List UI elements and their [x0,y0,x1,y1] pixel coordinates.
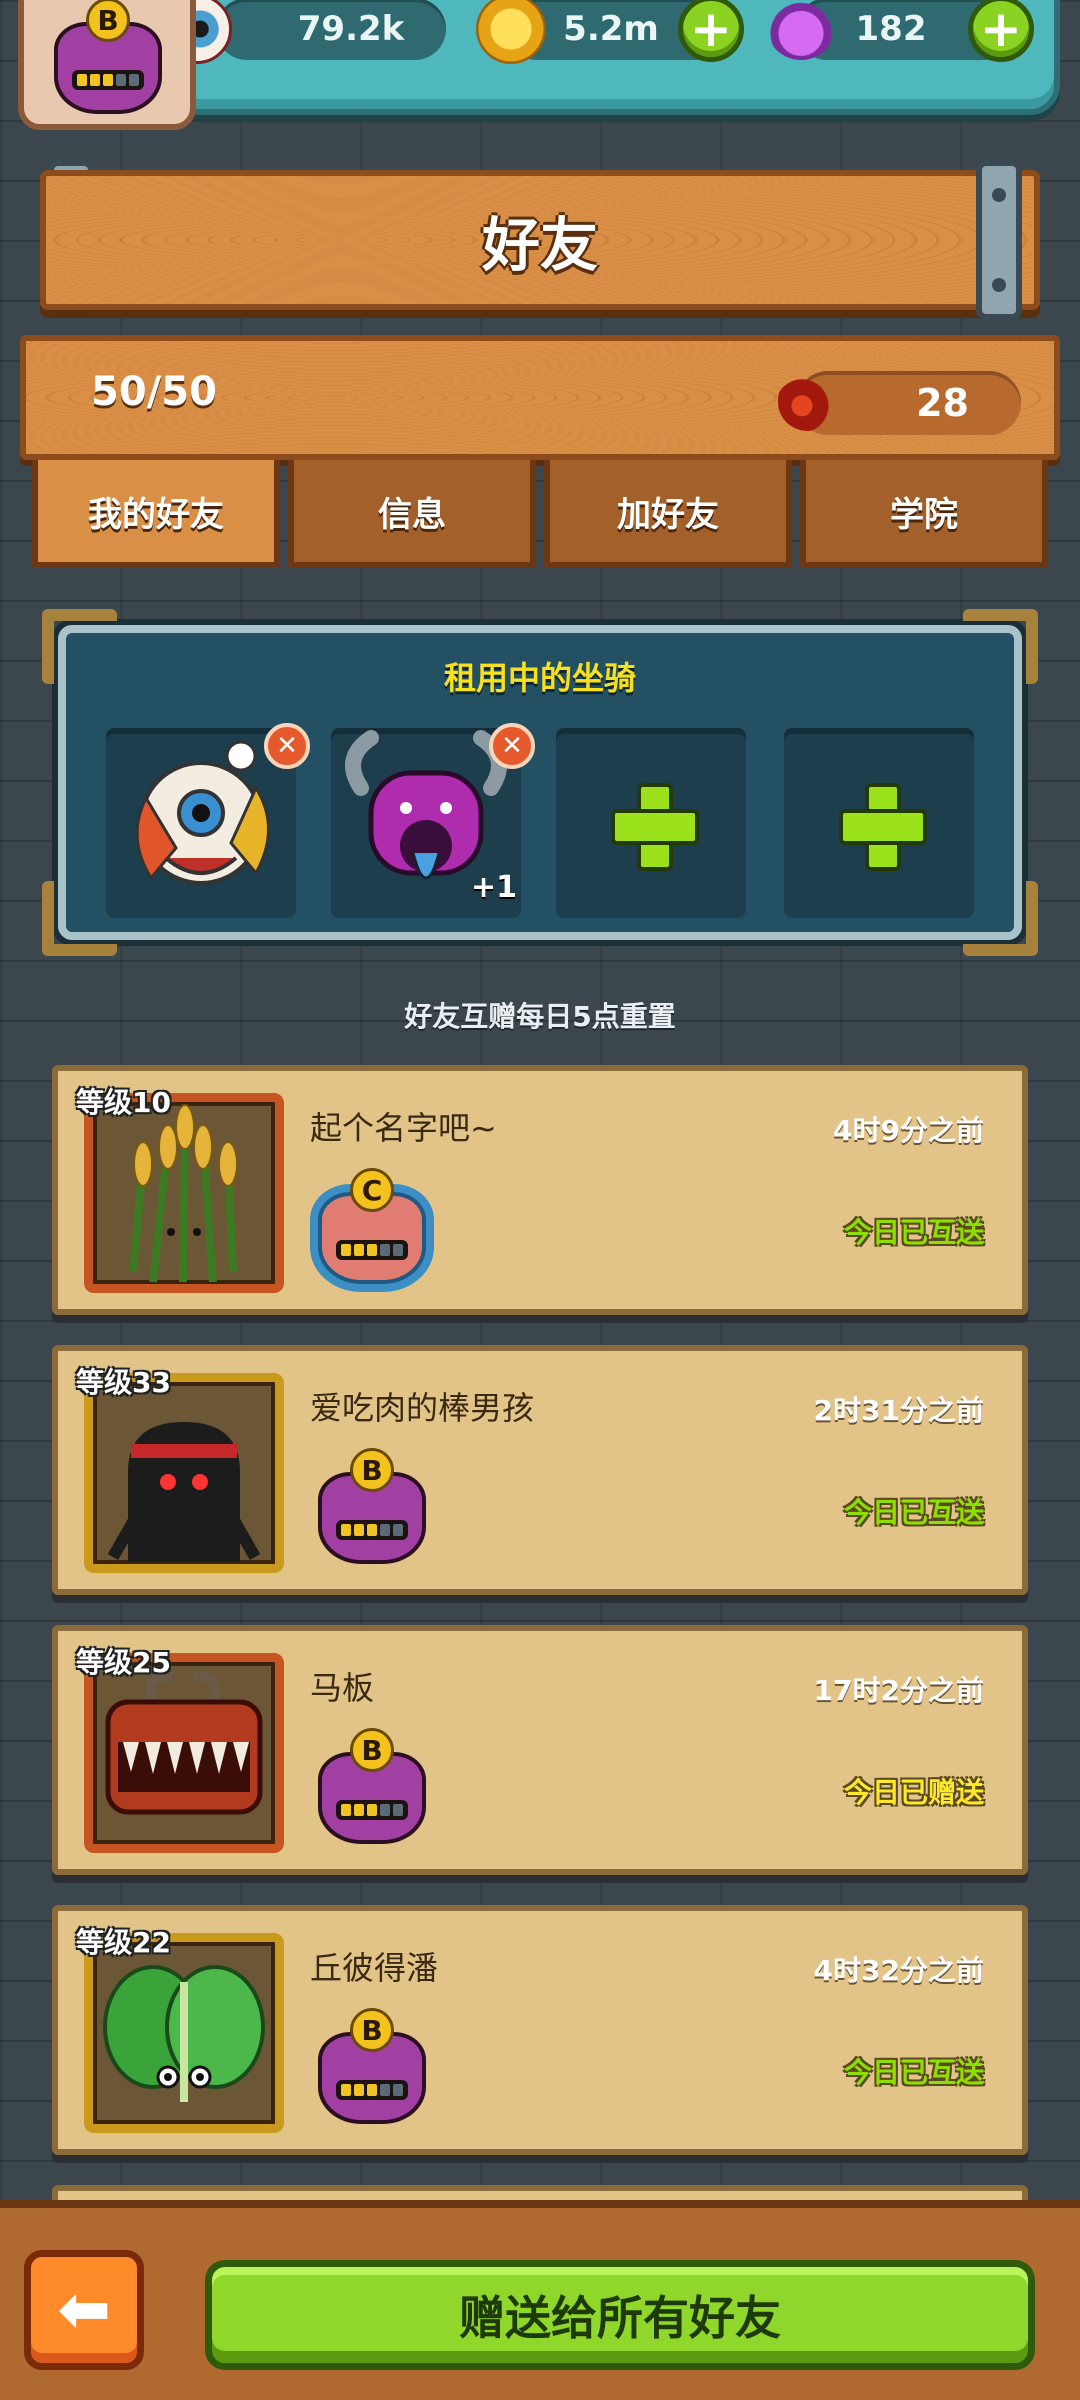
friend-last-seen: 17时2分之前 [813,1674,984,1707]
red-horned-monster-icon [105,1671,263,1815]
friend-rank-badge: C [310,1166,434,1294]
friend-gift-status: 今日已互送 [843,2056,984,2089]
friend-gift-status: 今日已赠送 [843,1776,984,1809]
rank-letter: B [350,1448,394,1492]
friend-card-4[interactable]: 等级22 丘彼得潘 4时32分之前 今日已互送 B [52,1905,1028,2155]
left-arrow-icon: ⬅ [57,2273,111,2347]
wheat-monster-icon [129,1104,238,1283]
friend-portrait [84,1093,284,1293]
friend-card-2[interactable]: 等级33 爱吃肉的棒男孩 2时31分之前 今日已互送 B [52,1345,1028,1595]
friend-level: 等级10 [76,1086,171,1119]
friend-name: 爱吃肉的棒男孩 [310,1389,535,1427]
friend-name: 起个名字吧~ [310,1109,497,1147]
friend-last-seen: 4时32分之前 [813,1954,984,1987]
friend-gift-status: 今日已互送 [843,1216,984,1249]
friend-level: 等级33 [76,1366,171,1399]
lettuce-monster-icon [103,1965,265,2102]
friend-list: 等级10 起个名字吧~ 4时9分之前 今日已互送 C 等级33 爱吃肉的棒男孩 … [0,0,1080,2245]
rank-progress [336,1240,408,1260]
friend-name: 丘彼得潘 [310,1949,439,1987]
friend-portrait [84,1373,284,1573]
gift-all-friends-button[interactable]: 赠送给所有好友 [205,2260,1035,2370]
friend-rank-badge: B [310,2006,434,2134]
friend-card-1[interactable]: 等级10 起个名字吧~ 4时9分之前 今日已互送 C [52,1065,1028,1315]
rank-progress [336,1520,408,1540]
black-ninja-monster-icon [107,1422,261,1562]
rank-progress [336,2080,408,2100]
friend-rank-badge: B [310,1726,434,1854]
friend-level: 等级25 [76,1646,171,1679]
friend-portrait [84,1653,284,1853]
friend-portrait [84,1933,284,2133]
friend-rank-badge: B [310,1446,434,1574]
rank-letter: B [350,1728,394,1772]
friend-last-seen: 4时9分之前 [833,1114,984,1147]
friend-name: 马板 [310,1669,375,1707]
back-button[interactable]: ⬅ [24,2250,144,2370]
rank-letter: B [350,2008,394,2052]
rank-letter: C [350,1168,394,1212]
friend-last-seen: 2时31分之前 [813,1394,984,1427]
friend-level: 等级22 [76,1926,171,1959]
friend-card-3[interactable]: 等级25 马板 17时2分之前 今日已赠送 B [52,1625,1028,1875]
rank-progress [336,1800,408,1820]
friend-gift-status: 今日已互送 [843,1496,984,1529]
